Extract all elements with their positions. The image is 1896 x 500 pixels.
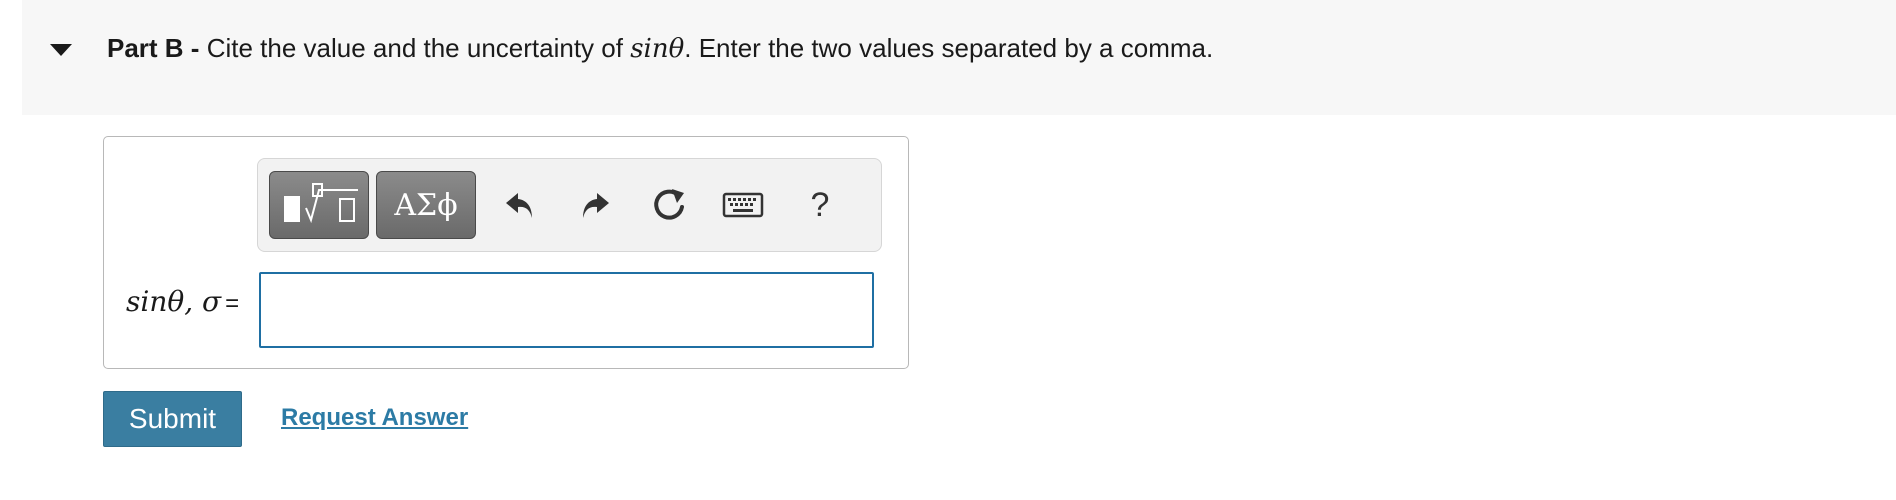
answer-label-equals: = [225,290,240,317]
answer-label: sinθ, σ = [126,284,239,322]
request-answer-link[interactable]: Request Answer [281,402,468,434]
undo-icon[interactable] [498,183,542,227]
templates-radical-icon [284,183,358,224]
part-title: Part B - Cite the value and the uncertai… [107,30,1213,67]
reset-icon[interactable] [648,183,692,227]
prompt-math: sinθ [630,34,685,64]
prompt-text-start: Cite the value and the uncertainty of [199,33,631,63]
symbols-label: ΑΣϕ [394,187,458,223]
part-label: Part B - [107,33,200,63]
keyboard-icon[interactable] [721,183,765,227]
answer-input[interactable] [259,272,874,348]
prompt-text-end: . Enter the two values separated by a co… [684,33,1214,63]
symbols-button[interactable]: ΑΣϕ [376,171,476,239]
answer-panel: ΑΣϕ ? sinθ, σ = [103,136,909,369]
answer-label-math: sinθ, σ [126,285,222,318]
templates-button[interactable] [269,171,369,239]
submit-button[interactable]: Submit [103,391,242,447]
redo-icon[interactable] [573,183,617,227]
math-toolbar: ΑΣϕ ? [257,158,882,252]
help-button[interactable]: ? [798,183,842,227]
collapse-triangle-icon[interactable] [48,40,74,60]
